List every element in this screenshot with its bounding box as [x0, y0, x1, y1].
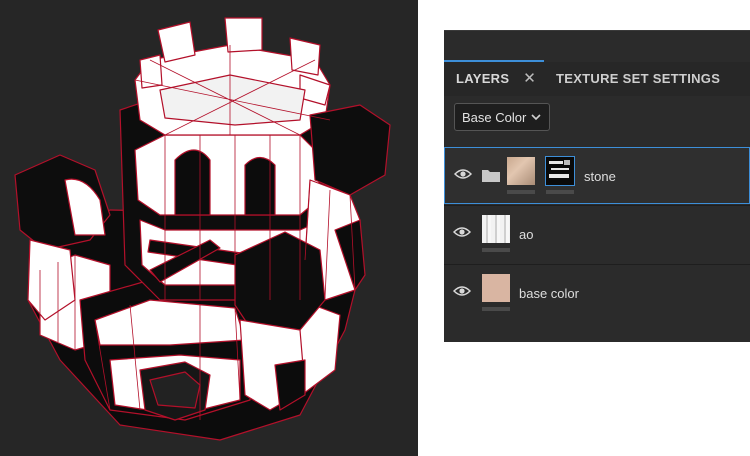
mask-thumbnail[interactable] [545, 156, 575, 186]
eye-icon[interactable] [453, 284, 471, 298]
tab-texture-set-settings-label: TEXTURE SET SETTINGS [556, 71, 721, 86]
channel-dropdown-value: Base Color [462, 110, 527, 125]
eye-icon[interactable] [453, 225, 471, 239]
layers-panel: LAYERS ✕ TEXTURE SET SETTINGS Base Color… [444, 30, 750, 342]
ao-texture-thumbnail [482, 215, 510, 243]
tab-layers-label: LAYERS [456, 71, 510, 86]
tab-texture-set-settings[interactable]: TEXTURE SET SETTINGS [556, 62, 720, 96]
stone-texture-thumbnail [507, 157, 535, 185]
thumbnail-bar [482, 248, 510, 252]
panel-tab-bar: LAYERS ✕ TEXTURE SET SETTINGS [444, 60, 750, 96]
chevron-down-icon [530, 104, 542, 142]
eye-icon[interactable] [454, 167, 472, 181]
3d-viewport[interactable] [0, 0, 418, 456]
mask-bar [546, 190, 574, 194]
channel-dropdown[interactable]: Base Color [454, 103, 550, 131]
layer-row-ao[interactable]: ao [444, 205, 750, 262]
close-icon[interactable]: ✕ [523, 62, 536, 96]
folder-icon [482, 170, 500, 182]
layer-name: ao [519, 227, 534, 242]
layer-row-base-color[interactable]: base color [444, 264, 750, 321]
layer-name: base color [519, 286, 579, 301]
layer-name: stone [584, 169, 616, 184]
base-color-thumbnail [482, 274, 510, 302]
tab-layers[interactable]: LAYERS ✕ [444, 60, 545, 96]
thumbnail-bar [507, 190, 535, 194]
thumbnail-bar [482, 307, 510, 311]
layer-row-stone[interactable]: stone [444, 147, 750, 204]
castle-model [14, 17, 391, 441]
